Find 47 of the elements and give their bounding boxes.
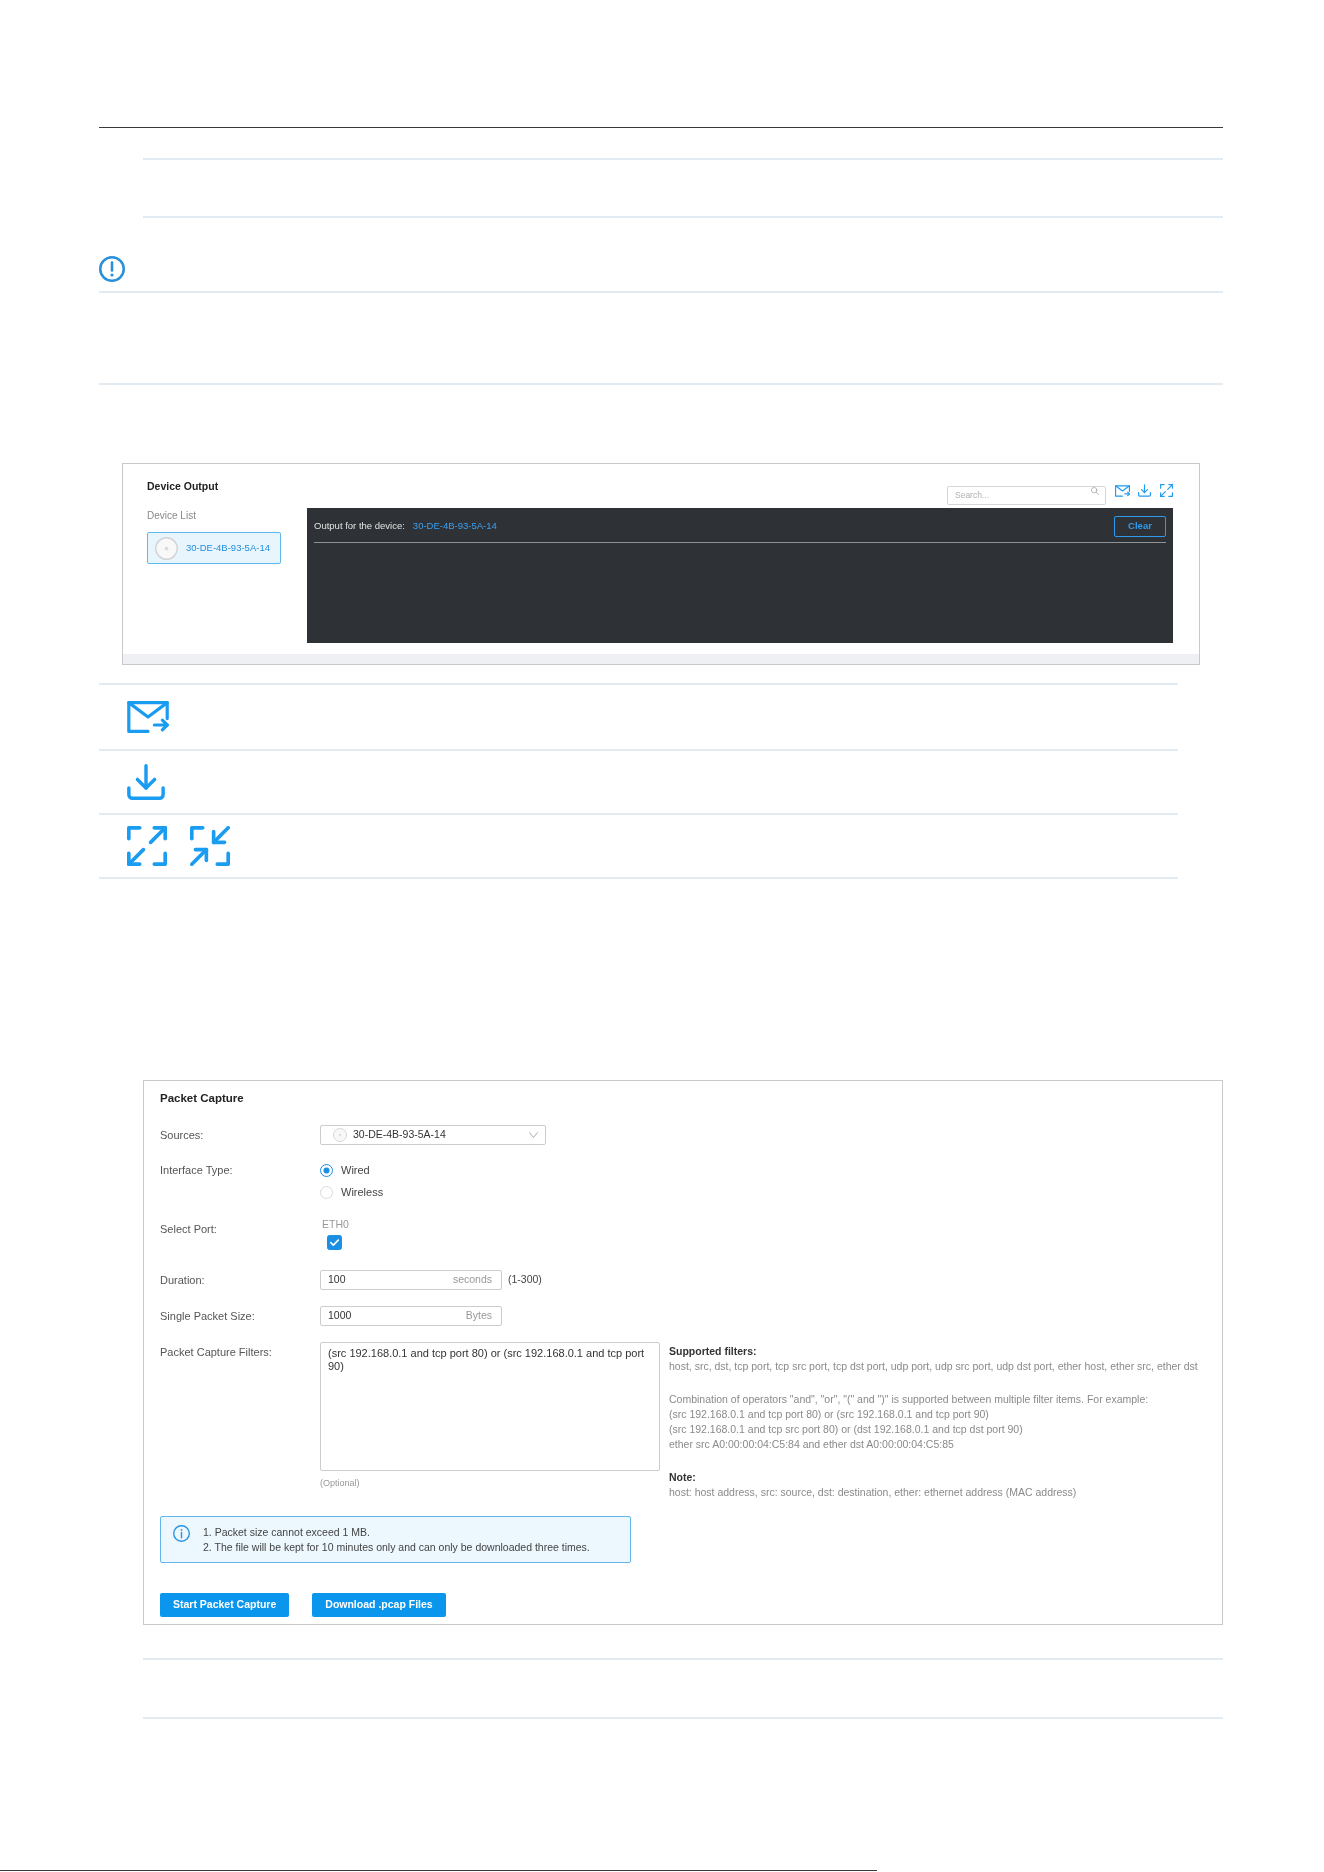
help-text: host, src, dst, tcp port, tcp src port, tcp dst port, udp port, udp src port, udp dst port, ether host, ether src, ether dst — [669, 1359, 1198, 1374]
output-label: Output for the device: — [314, 519, 405, 534]
expand-icon — [127, 826, 167, 866]
help-heading: Note: — [669, 1470, 696, 1485]
port-label: ETH0 — [322, 1217, 349, 1231]
checkbox[interactable] — [327, 1235, 342, 1250]
clear-button[interactable]: Clear — [1114, 516, 1166, 537]
mail-arrow-icon[interactable] — [1115, 484, 1130, 497]
help-text: (src 192.168.0.1 and tcp src port 80) or (dst 192.168.0.1 and tcp dst port 90) — [669, 1422, 1023, 1437]
device-list-label: Device List — [147, 510, 196, 522]
search-icon — [1091, 486, 1099, 495]
panel-title: Device Output — [147, 480, 219, 492]
range-hint: (1-300) — [508, 1272, 542, 1288]
radio-label[interactable]: Wireless — [341, 1183, 384, 1201]
disc-icon — [155, 536, 178, 560]
panel-title: Packet Capture — [160, 1091, 244, 1105]
field-label: Select Port: — [160, 1222, 218, 1237]
field-label: Packet Capture Filters: — [160, 1345, 273, 1360]
source-select[interactable]: 30-DE-4B-93-5A-14 — [320, 1125, 546, 1145]
expand-icon[interactable] — [1160, 484, 1173, 497]
field-label: Single Packet Size: — [160, 1309, 256, 1324]
help-text: ether src A0:00:00:04:C5:84 and ether dst A0:00:00:04:C5:85 — [669, 1437, 954, 1452]
alert-icon — [99, 256, 125, 282]
notice-text: 2. The file will be kept for 10 minutes only and can only be downloaded three times. — [203, 1540, 590, 1555]
help-text: host: host address, src: source, dst: destination, ether: ethernet address (MAC address) — [669, 1485, 1077, 1500]
search-field[interactable]: Search... — [947, 485, 1106, 505]
radio-label[interactable]: Wired — [341, 1161, 370, 1179]
download-icon — [127, 764, 165, 800]
help-text: (src 192.168.0.1 and tcp port 80) or (src 192.168.0.1 and tcp port 90) — [669, 1407, 989, 1422]
field-label: Duration: — [160, 1273, 206, 1288]
field-label: Interface Type: — [160, 1163, 234, 1178]
device-name: 30-DE-4B-93-5A-14 — [412, 519, 497, 534]
filter-textarea[interactable]: (src 192.168.0.1 and tcp port 80) or (src 192.168.0.1 and tcp port 90) — [320, 1342, 660, 1471]
chevron-down-icon — [529, 1132, 538, 1138]
mail-arrow-icon — [127, 701, 169, 733]
collapse-icon — [190, 826, 230, 866]
help-heading: Supported filters: — [669, 1344, 757, 1359]
help-text: Combination of operators "and", "or", "(" and ")" is supported between multiple filter items. For example: — [669, 1392, 1149, 1407]
info-icon — [173, 1525, 190, 1542]
notice-text: 1. Packet size cannot exceed 1 MB. — [203, 1525, 370, 1540]
number-input[interactable]: 100 seconds — [320, 1270, 502, 1290]
radio-button[interactable] — [320, 1163, 333, 1177]
field-label: Sources: — [160, 1128, 205, 1143]
number-input[interactable]: 1000 Bytes — [320, 1306, 502, 1326]
optional-note: (Optional) — [320, 1477, 360, 1489]
download-icon[interactable] — [1138, 484, 1151, 497]
disc-icon — [333, 1128, 347, 1142]
